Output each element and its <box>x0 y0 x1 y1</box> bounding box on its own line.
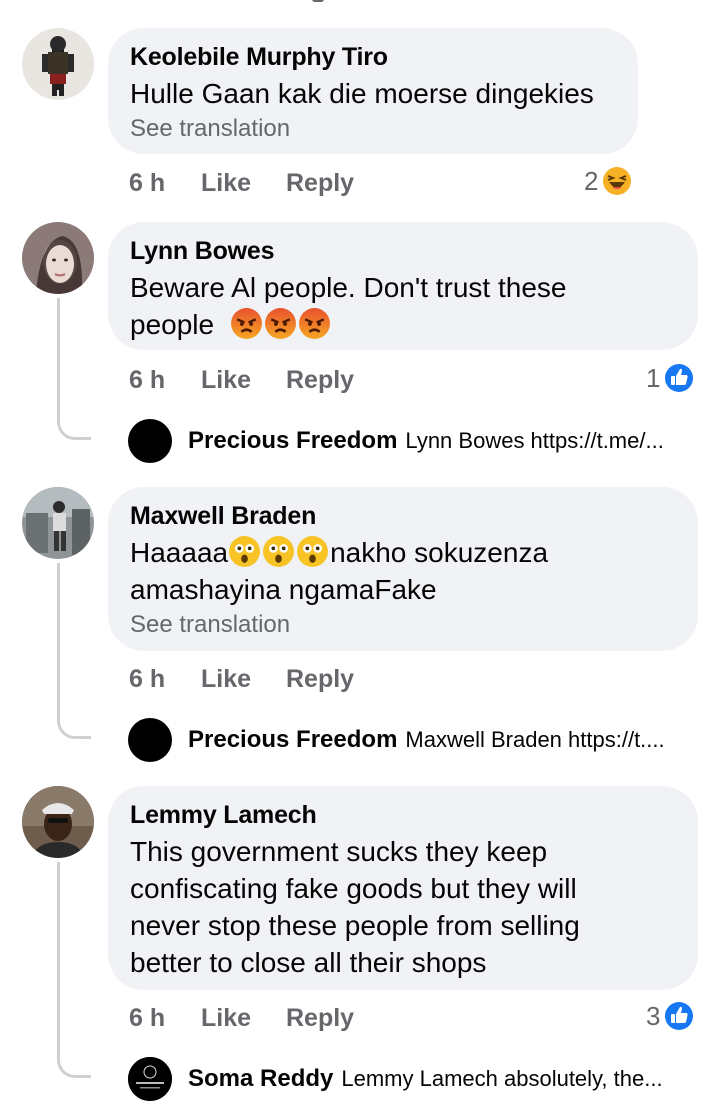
comment-actions: 6 h Like Reply <box>129 166 429 200</box>
like-button[interactable]: Like <box>201 363 251 397</box>
reply-author[interactable]: Soma Reddy <box>188 1065 333 1093</box>
thread-connector <box>57 298 91 440</box>
reaction-summary[interactable]: 2 <box>584 164 632 198</box>
comment-text-line: never stop these people from selling <box>130 910 580 941</box>
thread-connector <box>57 563 91 739</box>
comment-text-line: Beware Al people. Don't trust these <box>130 272 567 303</box>
reply-author[interactable]: Precious Freedom <box>188 726 397 754</box>
timestamp[interactable]: 6 h <box>129 166 165 200</box>
comment-author[interactable]: Lemmy Lamech <box>130 800 676 830</box>
comment-actions: 6 h Like Reply <box>129 1001 429 1035</box>
comment-text: Beware Al people. Don't trust these peop… <box>130 269 676 343</box>
comment-text-line: people <box>130 306 676 343</box>
see-translation-link[interactable]: See translation <box>130 610 676 640</box>
avatar[interactable] <box>22 786 94 858</box>
avatar[interactable] <box>22 487 94 559</box>
comment-text-line: Haaaaa nakho sokuzenza <box>130 534 676 571</box>
reply-button[interactable]: Reply <box>286 166 354 200</box>
comment-author[interactable]: Lynn Bowes <box>130 236 676 266</box>
logo-icon <box>128 1057 172 1101</box>
haha-icon <box>602 166 632 196</box>
comment-text-line: This government sucks they keep <box>130 836 548 867</box>
reaction-count: 1 <box>646 362 661 393</box>
reaction-count: 2 <box>584 165 599 196</box>
comment-bubble: Lynn Bowes Beware Al people. Don't trust… <box>108 222 698 350</box>
comment-bubble: Lemmy Lamech This government sucks they … <box>108 786 698 990</box>
reply-preview[interactable]: Precious Freedom Maxwell Braden https://… <box>128 717 665 763</box>
reply-avatar[interactable] <box>128 1057 172 1101</box>
comment-actions: 6 h Like Reply <box>129 662 429 696</box>
reply-button[interactable]: Reply <box>286 363 354 397</box>
comment-text-line: confiscating fake goods but they will <box>130 873 577 904</box>
avatar[interactable] <box>22 28 94 100</box>
reply-text: Maxwell Braden https://t.... <box>405 727 665 752</box>
reply-button[interactable]: Reply <box>286 1001 354 1035</box>
reply-preview[interactable]: Soma Reddy Lemmy Lamech absolutely, the.… <box>128 1056 663 1102</box>
comment-author[interactable]: Keolebile Murphy Tiro <box>130 42 616 72</box>
like-icon <box>664 363 694 393</box>
astonished-face-icon <box>296 535 329 568</box>
reply-text: Lemmy Lamech absolutely, the... <box>341 1066 663 1091</box>
reply-preview[interactable]: Precious Freedom Lynn Bowes https://t.me… <box>128 418 664 464</box>
comment-text: Haaaaa nakho sokuzenza amashayina ngamaFa… <box>130 534 676 608</box>
reaction-summary[interactable]: 3 <box>646 999 694 1033</box>
timestamp[interactable]: 6 h <box>129 662 165 696</box>
comment-bubble: Maxwell Braden Haaaaa nakho sokuzenza ama… <box>108 487 698 651</box>
comment-text-line: better to close all their shops <box>130 947 487 978</box>
like-button[interactable]: Like <box>201 662 251 696</box>
reaction-summary[interactable]: 1 <box>646 361 694 395</box>
comment-bubble: Keolebile Murphy Tiro Hulle Gaan kak die… <box>108 28 638 154</box>
comment-text-part: Haaaaa <box>130 537 229 568</box>
like-button[interactable]: Like <box>201 166 251 200</box>
reply-avatar[interactable] <box>128 419 172 463</box>
reply-avatar[interactable] <box>128 718 172 762</box>
like-button[interactable]: Like <box>201 1001 251 1035</box>
comment-text: Hulle Gaan kak die moerse dingekies <box>130 78 594 109</box>
reply-button[interactable]: Reply <box>286 662 354 696</box>
comment-text-part: nakho sokuzenza <box>330 537 549 568</box>
comment-actions: 6 h Like Reply <box>129 363 429 397</box>
avatar[interactable] <box>22 222 94 294</box>
comment-text-word: people <box>130 309 215 340</box>
comment-text: This government sucks they keep confisca… <box>130 833 676 981</box>
astonished-face-icon <box>228 535 261 568</box>
reaction-count: 3 <box>646 1000 661 1031</box>
reply-text: Lynn Bowes https://t.me/... <box>405 428 664 453</box>
like-icon <box>664 1001 694 1031</box>
angry-face-icon <box>230 307 263 340</box>
timestamp[interactable]: 6 h <box>129 363 165 397</box>
comment-author[interactable]: Maxwell Braden <box>130 501 676 531</box>
timestamp[interactable]: 6 h <box>129 1001 165 1035</box>
comment-text-line: amashayina ngamaFake <box>130 574 437 605</box>
angry-face-icon <box>298 307 331 340</box>
clipped-text-remnant <box>312 0 324 2</box>
astonished-face-icon <box>262 535 295 568</box>
see-translation-link[interactable]: See translation <box>130 114 616 144</box>
reply-author[interactable]: Precious Freedom <box>188 427 397 455</box>
thread-connector <box>57 862 91 1078</box>
angry-face-icon <box>264 307 297 340</box>
